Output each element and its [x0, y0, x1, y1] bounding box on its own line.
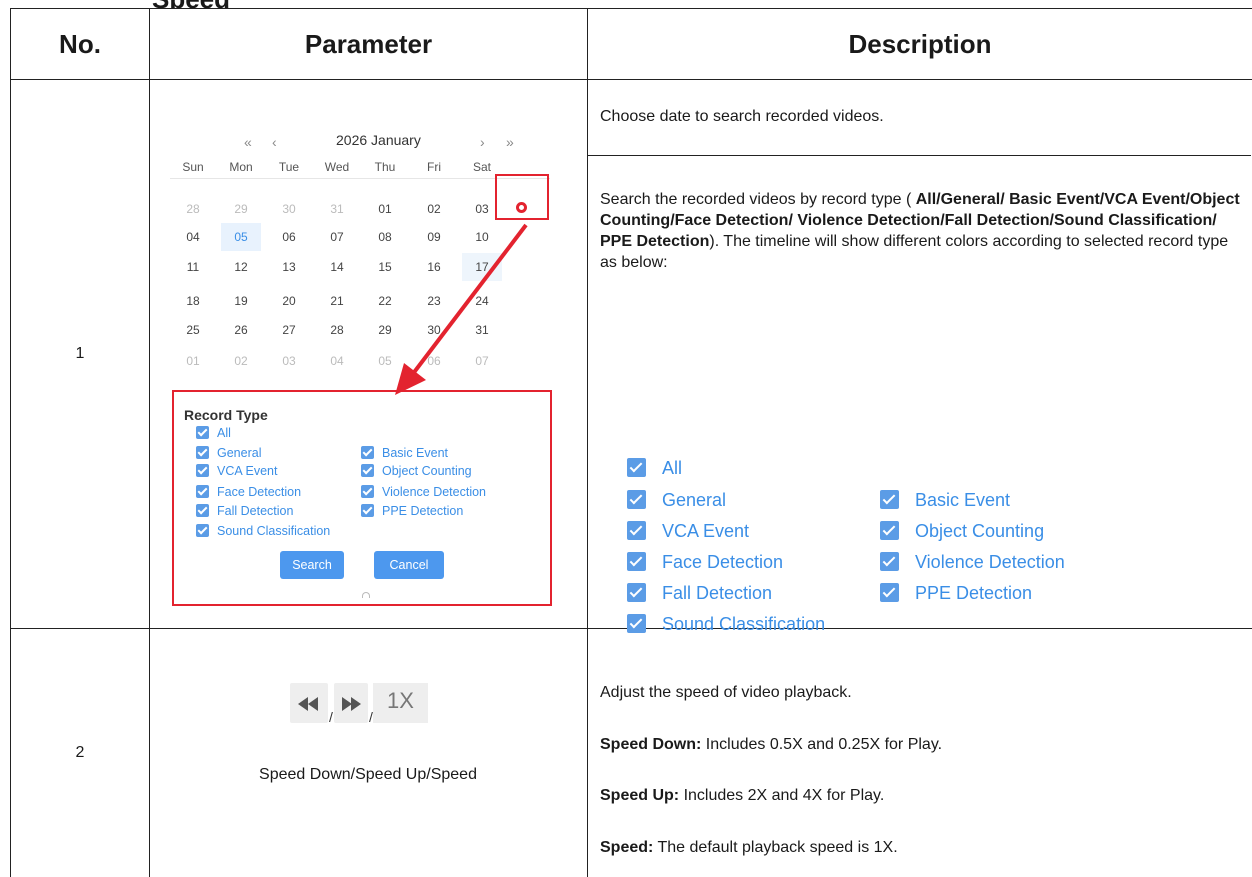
checkbox-checked-icon	[196, 426, 209, 439]
speed-value-button[interactable]: 1X	[373, 683, 428, 723]
checkbox-checked-icon	[880, 490, 899, 509]
checkbox-checked-icon	[196, 485, 209, 498]
speed-up-button[interactable]	[334, 683, 368, 723]
checkbox-checked-icon	[627, 583, 646, 602]
search-button[interactable]: Search	[280, 551, 344, 579]
scroll-indicator	[362, 592, 370, 598]
checkbox-checked-icon	[880, 552, 899, 571]
legend-vca-event: VCA Event	[627, 521, 749, 543]
record-type-title: Record Type	[184, 407, 268, 423]
speed-controls-cell: / / 1X Speed Down/Speed Up/Speed	[149, 628, 588, 877]
checkbox-checked-icon	[627, 490, 646, 509]
checkbox-face-detection[interactable]: Face Detection	[196, 485, 301, 501]
parameter-table: No. Parameter Description 1 « ‹ 2026 Jan…	[10, 8, 1252, 877]
row-number: 1	[10, 79, 150, 629]
checkbox-sound-classification[interactable]: Sound Classification	[196, 524, 330, 540]
checkbox-checked-icon	[196, 446, 209, 459]
legend-ppe-detection: PPE Detection	[880, 583, 1032, 605]
checkbox-basic-event[interactable]: Basic Event	[361, 446, 448, 462]
legend-general: General	[627, 490, 726, 512]
calendar-panel: « ‹ 2026 January › » Sun Mon Tue Wed Thu…	[150, 80, 586, 628]
legend-violence-detection: Violence Detection	[880, 552, 1065, 574]
speed-up-description: Speed Up: Includes 2X and 4X for Play.	[600, 787, 885, 804]
checkbox-checked-icon	[361, 504, 374, 517]
checkbox-checked-icon	[196, 504, 209, 517]
description-top: Choose date to search recorded videos.	[588, 80, 1251, 156]
description-cell: Choose date to search recorded videos. S…	[587, 79, 1252, 634]
checkbox-ppe-detection[interactable]: PPE Detection	[361, 504, 463, 520]
checkbox-checked-icon	[880, 583, 899, 602]
checkbox-checked-icon	[627, 521, 646, 540]
speed-caption: Speed Down/Speed Up/Speed	[259, 766, 477, 783]
rewind-icon	[298, 697, 318, 711]
header-description: Description	[587, 8, 1252, 80]
speed-down-description: Speed Down: Includes 0.5X and 0.25X for …	[600, 736, 943, 753]
description-body: Search the recorded videos by record typ…	[600, 191, 1240, 271]
separator: /	[329, 709, 333, 725]
checkbox-vca-event[interactable]: VCA Event	[196, 464, 277, 480]
table-row: 1 « ‹ 2026 January › » Sun Mon Tue Wed T…	[10, 79, 1252, 634]
checkbox-checked-icon	[196, 464, 209, 477]
calendar-screenshot-cell: « ‹ 2026 January › » Sun Mon Tue Wed Thu…	[149, 79, 588, 629]
speed-description: Speed: The default playback speed is 1X.	[600, 839, 898, 856]
cancel-button[interactable]: Cancel	[374, 551, 444, 579]
checkbox-fall-detection[interactable]: Fall Detection	[196, 504, 293, 520]
checkbox-checked-icon	[627, 458, 646, 477]
fast-forward-icon	[342, 697, 361, 711]
legend-basic-event: Basic Event	[880, 490, 1010, 512]
checkbox-checked-icon	[196, 524, 209, 537]
legend-fall-detection: Fall Detection	[627, 583, 772, 605]
checkbox-all[interactable]: All	[196, 426, 231, 442]
checkbox-checked-icon	[361, 464, 374, 477]
legend-object-counting: Object Counting	[880, 521, 1044, 543]
header-no: No.	[10, 8, 150, 80]
checkbox-general[interactable]: General	[196, 446, 261, 462]
speed-intro-text: Adjust the speed of video playback.	[600, 684, 852, 701]
checkbox-checked-icon	[361, 446, 374, 459]
checkbox-checked-icon	[361, 485, 374, 498]
table-row: 2 / / 1X Speed Down/Speed Up/Speed Adjus…	[10, 628, 1252, 877]
description-date-text: Choose date to search recorded videos.	[600, 108, 884, 125]
checkbox-violence-detection[interactable]: Violence Detection	[361, 485, 486, 501]
header-parameter: Parameter	[149, 8, 588, 80]
row-number: 2	[10, 628, 150, 877]
legend-face-detection: Face Detection	[627, 552, 783, 574]
checkbox-object-counting[interactable]: Object Counting	[361, 464, 472, 480]
table-header-row: No. Parameter Description	[10, 8, 1252, 80]
speed-down-button[interactable]	[290, 683, 328, 723]
description-cell: Adjust the speed of video playback. Spee…	[587, 628, 1252, 877]
legend-all: All	[627, 458, 682, 480]
checkbox-checked-icon	[880, 521, 899, 540]
checkbox-checked-icon	[627, 552, 646, 571]
